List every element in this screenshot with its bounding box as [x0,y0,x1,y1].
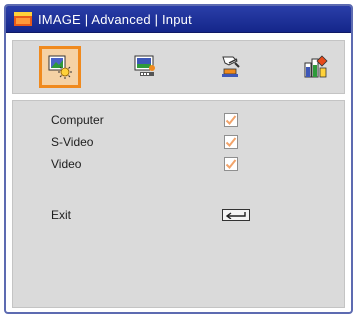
computer-checkbox[interactable] [224,113,238,127]
input-settings-panel: Computer S-Video Video Exit [12,100,345,308]
tab-image[interactable] [39,46,81,88]
tab-bar [12,40,345,94]
page-title: IMAGE | Advanced | Input [38,11,192,27]
list-item-computer[interactable]: Computer [13,111,344,129]
tab-options[interactable] [295,46,337,88]
options-tab-icon [304,55,328,78]
tab-setup[interactable] [210,46,252,88]
input-label-video: Video [51,157,82,171]
checkmark-icon [225,159,237,169]
image-tab-icon [48,55,72,79]
checkmark-icon [225,137,237,147]
input-label-computer: Computer [51,113,104,127]
list-item-video[interactable]: Video [13,155,344,173]
list-item-exit[interactable]: Exit [13,206,344,224]
display-tab-icon [134,55,155,76]
s-video-checkbox[interactable] [224,135,238,149]
checkmark-icon [225,115,237,125]
list-item-s-video[interactable]: S-Video [13,133,344,151]
setup-tab-icon [222,56,240,77]
tab-display[interactable] [124,46,166,88]
exit-label: Exit [51,208,72,222]
osd-menu-window: IMAGE | Advanced | Input Computer S-Vide… [4,4,353,314]
enter-key-icon[interactable] [222,209,250,221]
input-label-s-video: S-Video [51,135,94,149]
video-checkbox[interactable] [224,157,238,171]
image-menu-icon [14,12,32,26]
enter-arrow-icon [225,212,246,219]
title-bar: IMAGE | Advanced | Input [6,6,351,33]
